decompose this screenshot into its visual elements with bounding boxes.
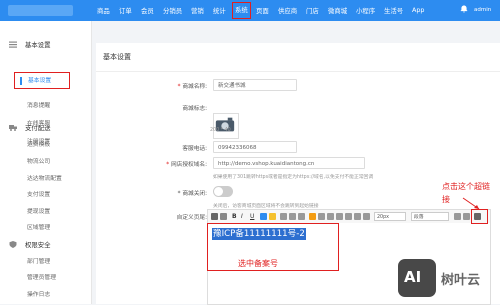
logo-size-hint: 200 * 40 bbox=[210, 128, 231, 133]
nav-item-members[interactable]: 会员 bbox=[141, 6, 154, 15]
font-color-icon[interactable] bbox=[260, 213, 267, 220]
image-icon[interactable] bbox=[363, 213, 370, 220]
nav-item-orders[interactable]: 订单 bbox=[119, 6, 132, 15]
undo-icon[interactable] bbox=[211, 213, 218, 220]
ordered-list-icon[interactable] bbox=[309, 213, 316, 220]
redo-icon[interactable] bbox=[220, 213, 227, 220]
top-navbar: 商品 订单 会员 分销员 营销 统计 系统 页面 供应商 门店 微商城 小程序 … bbox=[0, 0, 500, 21]
font-size-select[interactable]: 20px bbox=[374, 212, 406, 221]
close-store-toggle[interactable] bbox=[213, 186, 233, 197]
sidebar-item-withdraw-settings[interactable]: 提现设置 bbox=[27, 206, 50, 215]
icp-number-text[interactable]: 豫ICP备11111111号-2 bbox=[212, 228, 306, 240]
nav-item-app[interactable]: App bbox=[412, 6, 425, 14]
close-store-hint: 关闭后，访客商城页面区域将不会跳转到起始链接 bbox=[213, 204, 319, 209]
sidebar: 基本设置 基本设置 消息提醒 在线客服 注册设置 支付配送 运费模板 物流公司 … bbox=[0, 21, 92, 304]
domain-label: * 网店授权域名: bbox=[166, 162, 207, 168]
line-height-icon[interactable] bbox=[454, 213, 461, 220]
sidebar-item-region-management[interactable]: 区域管理 bbox=[27, 222, 50, 231]
sidebar-item-departments[interactable]: 部门管理 bbox=[27, 256, 50, 265]
nav-item-microshop[interactable]: 微商城 bbox=[328, 6, 347, 15]
divider bbox=[96, 71, 500, 72]
nav-item-goods[interactable]: 商品 bbox=[97, 6, 110, 15]
close-store-label: * 商城关闭: bbox=[177, 191, 207, 197]
underline-icon[interactable]: U bbox=[250, 213, 257, 220]
logo-label: 商城标志: bbox=[182, 106, 207, 112]
sidebar-item-freight-template[interactable]: 运费模板 bbox=[27, 139, 50, 148]
clear-format-icon[interactable] bbox=[463, 213, 470, 220]
paragraph-select[interactable]: 段落 bbox=[411, 212, 449, 221]
align-right-icon[interactable] bbox=[298, 213, 305, 220]
annotation-click-link-line2: 接 bbox=[442, 195, 450, 204]
store-name-label: * 商城名称: bbox=[177, 84, 207, 90]
phone-input[interactable]: 09942336068 bbox=[213, 141, 297, 153]
quote-icon[interactable] bbox=[345, 213, 352, 220]
page-title: 基本设置 bbox=[103, 53, 131, 61]
nav-item-pages[interactable]: 页面 bbox=[256, 6, 269, 15]
store-name-input[interactable]: 新交通书城 bbox=[213, 79, 297, 91]
arrow-icon bbox=[462, 197, 480, 210]
table-icon[interactable] bbox=[354, 213, 361, 220]
nav-item-marketing[interactable]: 营销 bbox=[191, 6, 204, 15]
sidebar-section-title: 权限安全 bbox=[25, 241, 51, 249]
nav-item-miniprogram[interactable]: 小程序 bbox=[356, 6, 375, 15]
sidebar-item-basic-settings[interactable]: 基本设置 bbox=[14, 72, 70, 89]
logo-thumbnail[interactable] bbox=[213, 113, 239, 139]
align-center-icon[interactable] bbox=[289, 213, 296, 220]
sidebar-item-message-remind[interactable]: 消息提醒 bbox=[27, 100, 50, 109]
align-left-icon[interactable] bbox=[280, 213, 287, 220]
indent-icon[interactable] bbox=[327, 213, 334, 220]
domain-hint: 如果使用了301跳转https或者是指定为https://域名,以免支付不能正常… bbox=[213, 175, 374, 180]
sidebar-item-label: 基本设置 bbox=[28, 78, 52, 84]
watermark: AI 树叶云 bbox=[394, 253, 500, 304]
sidebar-item-admins[interactable]: 管理员管理 bbox=[27, 272, 56, 281]
nav-item-stores[interactable]: 门店 bbox=[306, 6, 319, 15]
outdent-icon[interactable] bbox=[336, 213, 343, 220]
annotation-select-text: 选中备案号 bbox=[238, 259, 278, 268]
sidebar-item-payment-settings[interactable]: 支付设置 bbox=[27, 189, 50, 198]
nav-item-lifeaccount[interactable]: 生活号 bbox=[384, 6, 403, 15]
settings-icon bbox=[9, 41, 17, 48]
sidebar-section-title: 支付配送 bbox=[25, 124, 51, 132]
footer-label: 自定义页尾: bbox=[176, 215, 207, 221]
brand-logo[interactable] bbox=[8, 5, 73, 16]
watermark-brand: 树叶云 bbox=[441, 273, 481, 288]
user-menu[interactable]: admin bbox=[474, 7, 491, 13]
bold-icon[interactable]: B bbox=[232, 213, 239, 220]
phone-label: 客服电话: bbox=[182, 146, 207, 152]
shield-icon bbox=[9, 241, 17, 248]
italic-icon[interactable]: I bbox=[241, 213, 248, 220]
nav-item-system[interactable]: 系统 bbox=[232, 2, 251, 19]
sidebar-item-operation-log[interactable]: 操作日志 bbox=[27, 289, 50, 298]
truck-icon bbox=[9, 125, 17, 131]
sidebar-item-logistics[interactable]: 物流公司 bbox=[27, 156, 50, 165]
unordered-list-icon[interactable] bbox=[318, 213, 325, 220]
bell-icon[interactable] bbox=[460, 5, 468, 13]
nav-item-suppliers[interactable]: 供应商 bbox=[278, 6, 297, 15]
sidebar-section-title: 基本设置 bbox=[25, 41, 51, 49]
nav-item-distributors[interactable]: 分销员 bbox=[163, 6, 182, 15]
highlight-icon[interactable] bbox=[269, 213, 276, 220]
sidebar-item-dada-config[interactable]: 达达物流配置 bbox=[27, 173, 62, 182]
nav-item-statistics[interactable]: 统计 bbox=[213, 6, 226, 15]
watermark-logo-text: AI bbox=[404, 268, 422, 286]
annotation-click-link-line1: 点击这个超链 bbox=[442, 182, 490, 191]
domain-input[interactable]: http://demo.vshop.kuaidiantong.cn bbox=[213, 157, 365, 169]
